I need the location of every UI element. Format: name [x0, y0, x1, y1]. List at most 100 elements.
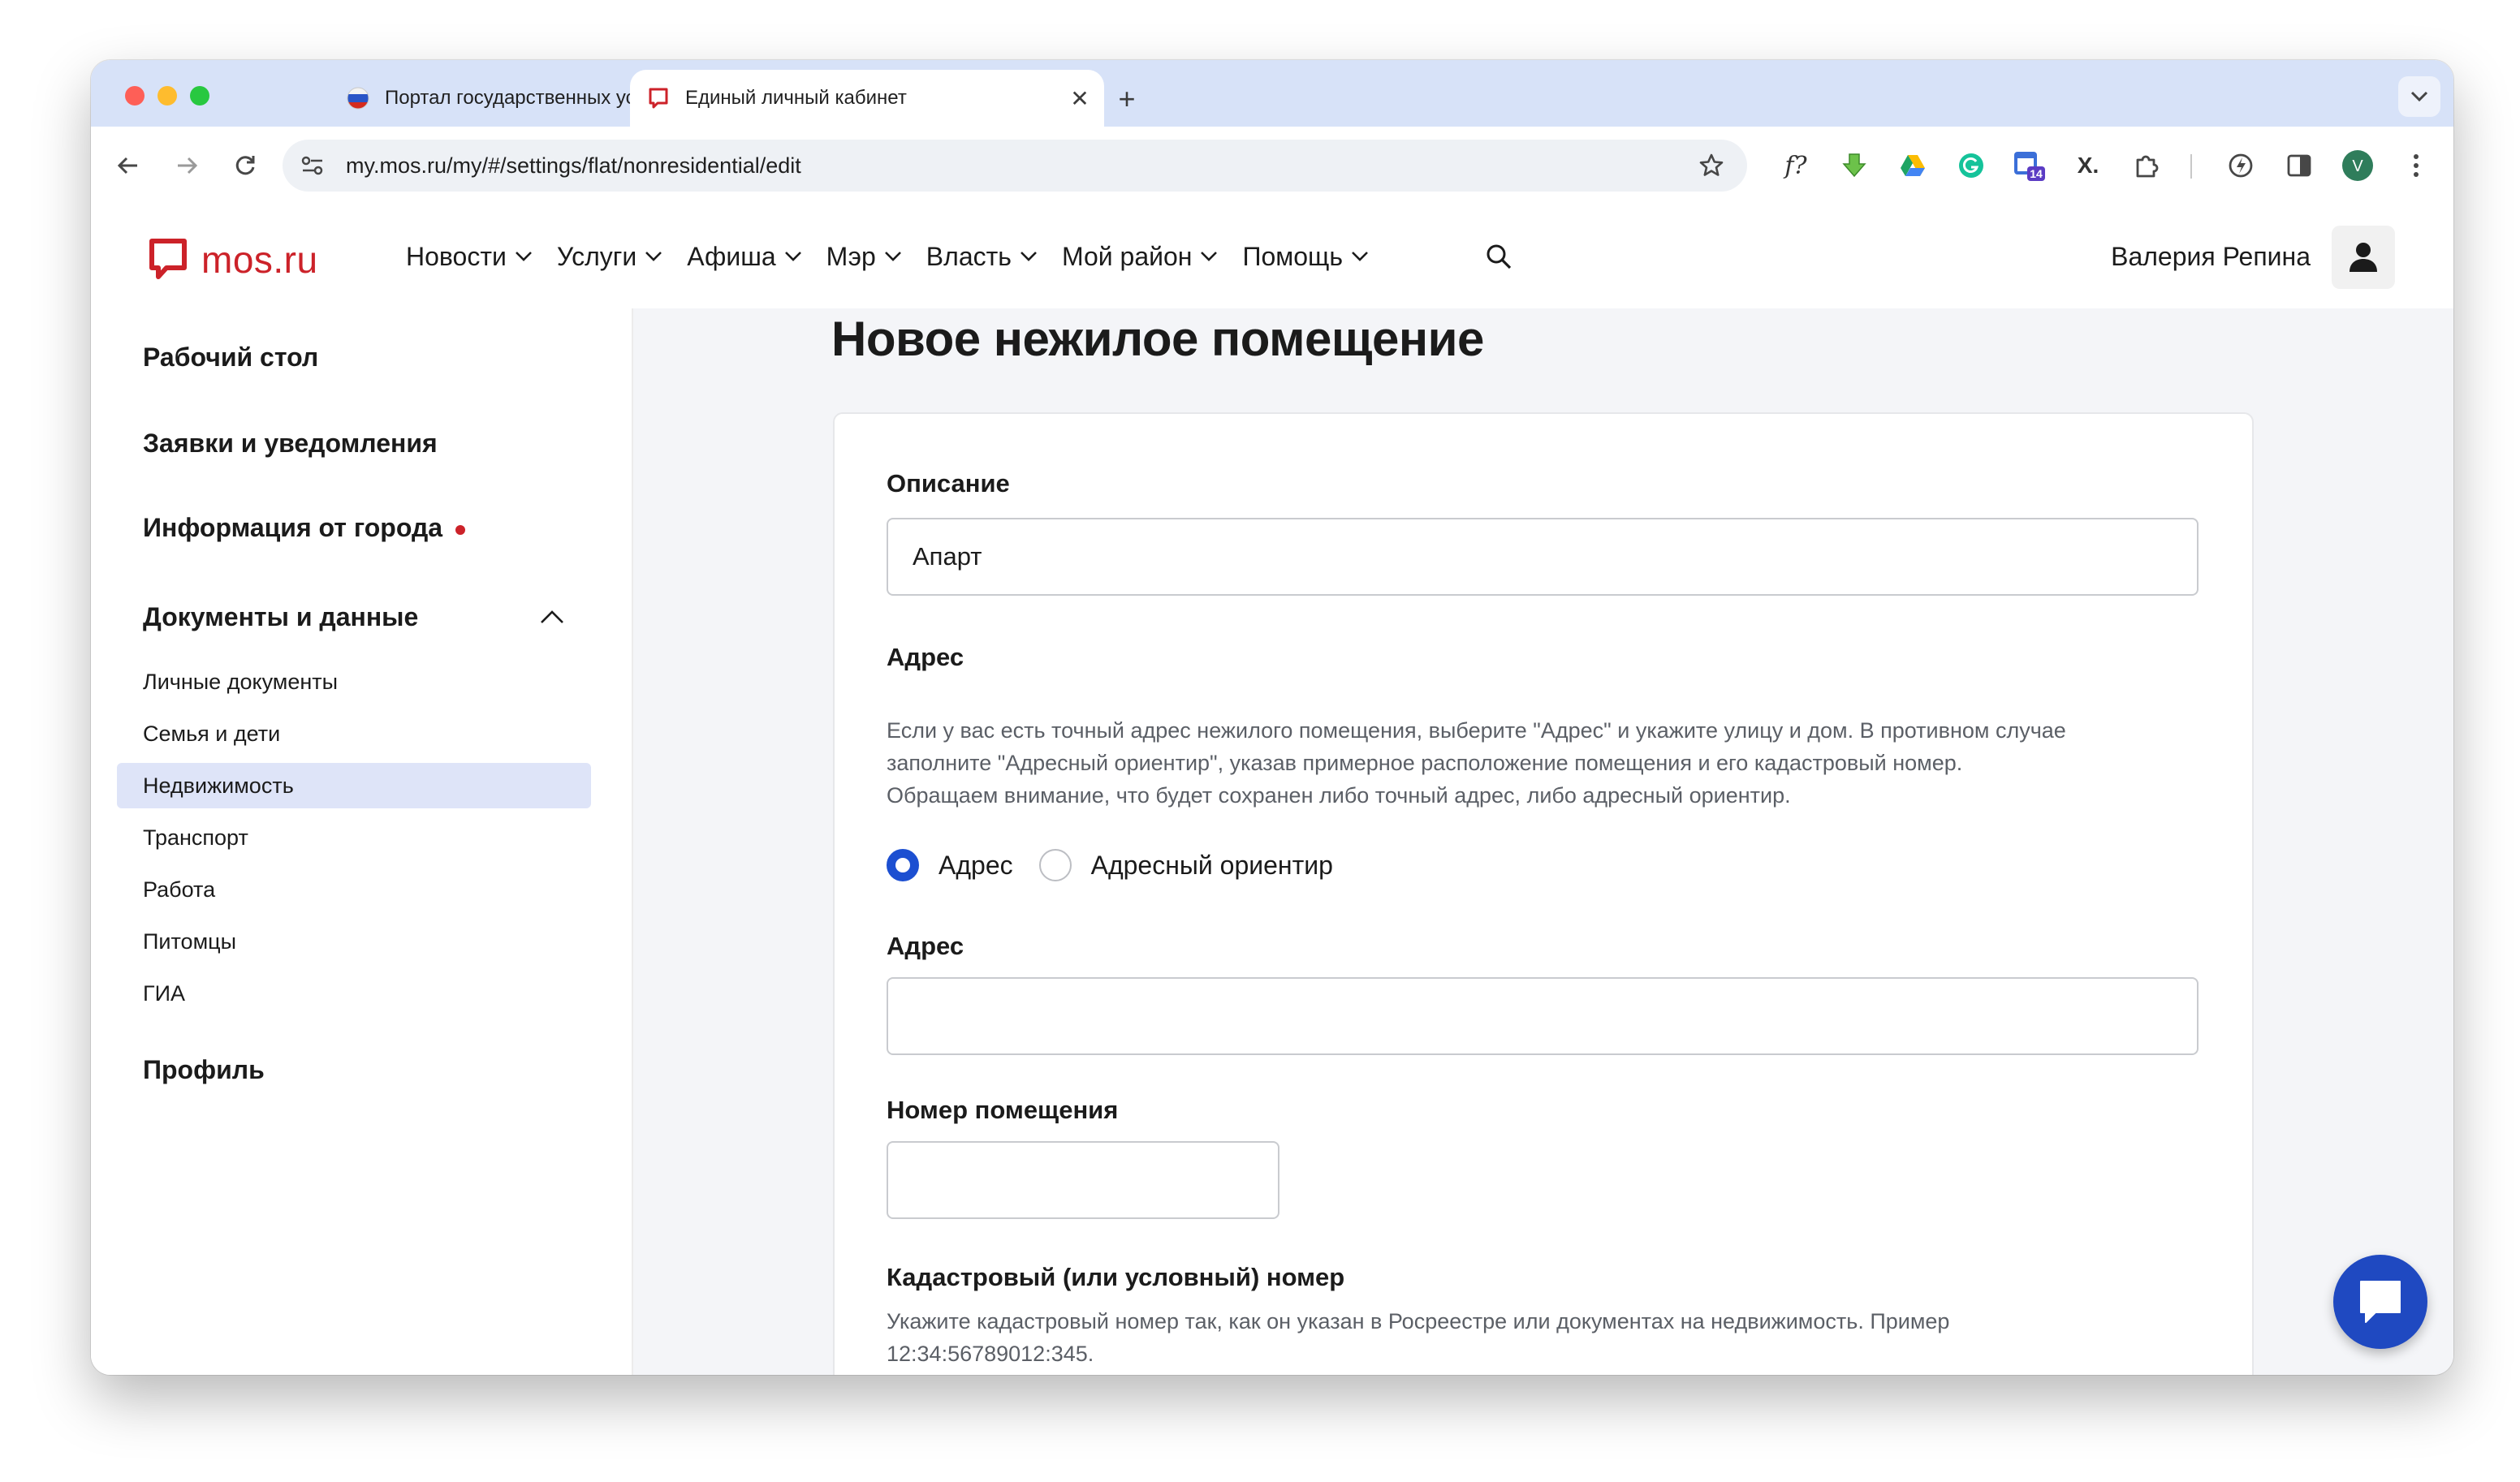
google-drive-icon[interactable] [1895, 148, 1931, 183]
profile-letter: V [2352, 157, 2363, 175]
nav-help[interactable]: Помощь [1242, 242, 1369, 272]
performance-icon[interactable] [2223, 148, 2259, 183]
nav-label: Власть [926, 241, 1012, 271]
nav-my-district[interactable]: Мой район [1062, 242, 1219, 272]
sidebar-sub-real-estate[interactable]: Недвижимость [117, 763, 591, 808]
chevron-down-icon [515, 252, 532, 261]
address-bar[interactable]: my.mos.ru/my/#/settings/flat/nonresident… [283, 140, 1747, 192]
cadastral-label: Кадастровый (или условный) номер [887, 1263, 1345, 1291]
reload-icon[interactable] [226, 146, 265, 185]
mos-logo[interactable]: mos.ru [148, 237, 318, 282]
radio-landmark-label[interactable]: Адресный ориентир [1091, 851, 1333, 881]
russian-flag-icon [347, 87, 369, 110]
user-icon [2350, 243, 2377, 272]
puzzle-icon[interactable] [2129, 148, 2164, 183]
nav-label: Мой район [1061, 241, 1193, 271]
sidebar-item-desktop[interactable]: Рабочий стол [143, 342, 318, 373]
sidebar-sub-transport[interactable]: Транспорт [117, 815, 591, 860]
window-close-button[interactable] [125, 86, 145, 106]
sidebar-item-documents[interactable]: Документы и данные [143, 602, 418, 632]
calendar-extension-icon[interactable]: 14 [2012, 148, 2048, 183]
chevron-down-icon [2410, 91, 2428, 102]
chevron-down-icon [884, 252, 901, 261]
forward-arrow-icon[interactable] [167, 146, 206, 185]
room-number-input[interactable] [887, 1141, 1279, 1219]
search-icon[interactable] [1481, 239, 1517, 274]
chevron-down-icon [784, 252, 801, 261]
hint-line: заполните "Адресный ориентир", указав пр… [887, 751, 1963, 775]
new-tab-plus-icon[interactable]: + [1111, 82, 1143, 115]
side-panel-icon[interactable] [2281, 148, 2317, 183]
nav-label: Помощь [1242, 241, 1344, 271]
user-name[interactable]: Валерия Репина [2111, 205, 2311, 308]
download-extension-icon[interactable] [1836, 148, 1872, 183]
chevron-down-icon [645, 252, 662, 261]
nav-news[interactable]: Новости [406, 242, 533, 272]
x-extension-icon[interactable]: X. [2070, 148, 2106, 183]
site-settings-icon[interactable] [300, 154, 325, 177]
nav-services[interactable]: Услуги [557, 242, 662, 272]
nav-label: Афиша [687, 241, 776, 271]
logo-text: mos.ru [201, 239, 318, 281]
sidebar-item-requests[interactable]: Заявки и уведомления [143, 429, 438, 459]
function-icon[interactable]: f? [1778, 148, 1814, 183]
radio-address-label[interactable]: Адрес [939, 851, 1013, 881]
address-hint: Если у вас есть точный адрес нежилого по… [887, 714, 2066, 812]
radio-landmark[interactable] [1038, 849, 1072, 881]
profile-avatar[interactable]: V [2340, 148, 2375, 183]
sidebar-item-profile[interactable]: Профиль [143, 1055, 265, 1085]
mos-logo-icon [649, 88, 668, 109]
nav-afisha[interactable]: Афиша [687, 242, 801, 272]
browser-window: Портал государственных ус ✕ Единый личны… [91, 60, 2453, 1375]
mos-logo-icon [149, 239, 187, 279]
site-header: mos.ru Новости Услуги Афиша Мэр Власть М… [91, 205, 2453, 310]
hint-line: Укажите кадастровый номер так, как он ук… [887, 1309, 1950, 1333]
chevron-up-icon[interactable] [539, 609, 565, 625]
tab-lk[interactable]: Единый личный кабинет ✕ [630, 70, 1104, 127]
radio-address[interactable] [887, 849, 919, 881]
room-number-label: Номер помещения [887, 1096, 1119, 1124]
sidebar-sub-pets[interactable]: Питомцы [117, 919, 591, 964]
kebab-menu-icon[interactable] [2398, 148, 2434, 183]
nav-mayor[interactable]: Мэр [826, 242, 902, 272]
description-label: Описание [887, 469, 1010, 498]
chat-button[interactable] [2333, 1255, 2427, 1349]
chat-bubble-icon [2360, 1281, 2401, 1323]
nav-government[interactable]: Власть [926, 242, 1038, 272]
address-section-label: Адрес [887, 643, 964, 671]
hint-line: 12:34:56789012:345. [887, 1342, 1094, 1366]
form-card: Описание Апарт Адрес Если у вас есть точ… [833, 412, 2254, 1375]
nav-label: Услуги [556, 241, 637, 271]
hint-line: Если у вас есть точный адрес нежилого по… [887, 718, 2066, 743]
browser-toolbar: my.mos.ru/my/#/settings/flat/nonresident… [91, 127, 2453, 206]
chevron-down-icon [1201, 252, 1218, 261]
sidebar-sub-personal-docs[interactable]: Личные документы [117, 659, 591, 704]
close-icon[interactable]: ✕ [1065, 84, 1094, 113]
main-nav: Новости Услуги Афиша Мэр Власть Мой райо… [406, 205, 1393, 308]
hint-line: Обращаем внимание, что будет сохранен ли… [887, 783, 1791, 808]
window-minimize-button[interactable] [158, 86, 177, 106]
tab-search-button[interactable] [2398, 76, 2440, 117]
page-title: Новое нежилое помещение [831, 312, 1484, 366]
chevron-down-icon [1352, 252, 1368, 261]
user-avatar[interactable] [2332, 226, 2395, 289]
description-input[interactable]: Апарт [887, 518, 2199, 596]
sidebar-sub-work[interactable]: Работа [117, 867, 591, 912]
bookmark-star-icon[interactable] [1698, 153, 1724, 179]
calendar-badge: 14 [2030, 167, 2043, 180]
back-arrow-icon[interactable] [109, 146, 148, 185]
cadastral-hint: Укажите кадастровый номер так, как он ук… [887, 1305, 1949, 1370]
grammarly-icon[interactable] [1953, 148, 1989, 183]
sidebar-item-label: Информация от города [143, 513, 443, 542]
chevron-down-icon [1021, 252, 1037, 261]
sidebar-sub-family[interactable]: Семья и дети [117, 711, 591, 756]
window-zoom-button[interactable] [190, 86, 209, 106]
nav-label: Новости [406, 241, 507, 271]
address-type-radio-group: Адрес Адресный ориентир [887, 849, 1333, 881]
tab-title: Единый личный кабинет [685, 87, 907, 109]
sidebar-item-city-info[interactable]: Информация от города [143, 513, 466, 543]
sidebar-sub-gia[interactable]: ГИА [117, 971, 591, 1016]
sidebar: Рабочий стол Заявки и уведомления Информ… [91, 308, 633, 1375]
url-text: my.mos.ru/my/#/settings/flat/nonresident… [346, 153, 801, 178]
address-input[interactable] [887, 977, 2199, 1055]
